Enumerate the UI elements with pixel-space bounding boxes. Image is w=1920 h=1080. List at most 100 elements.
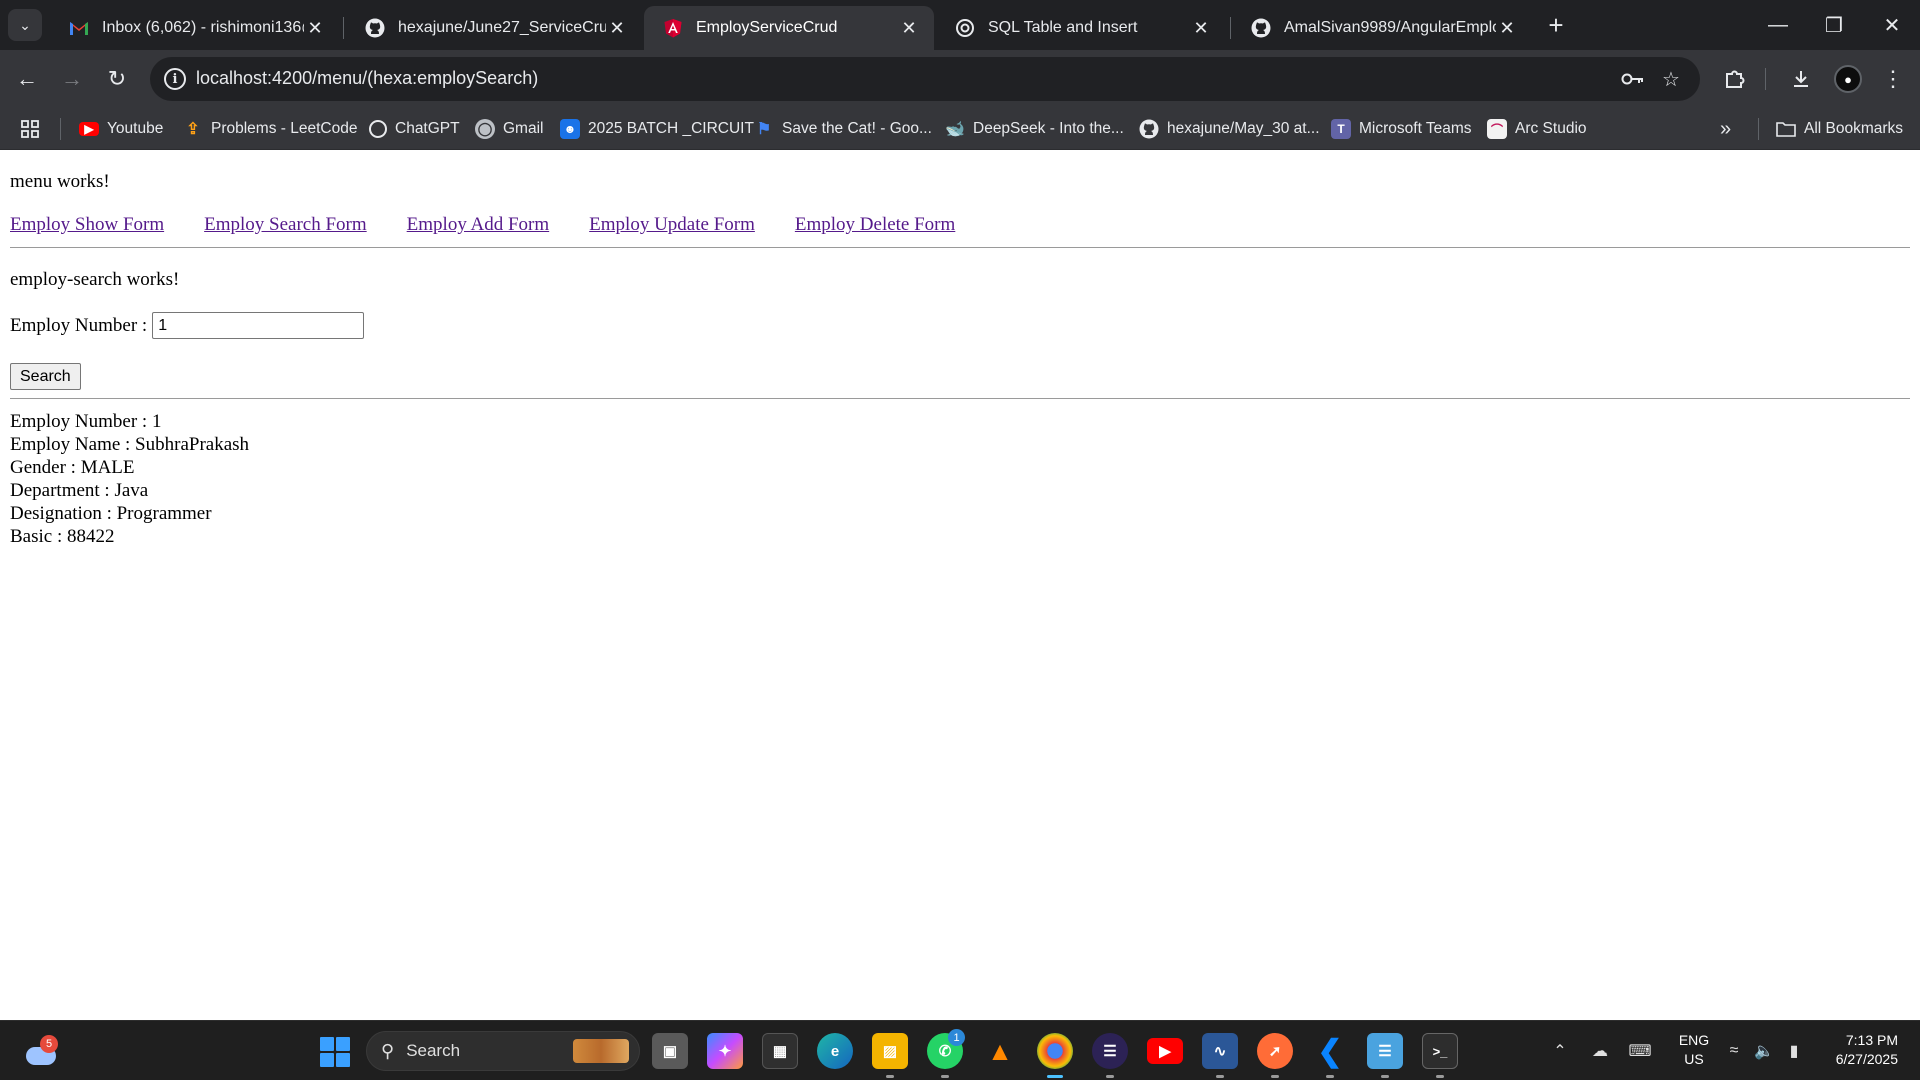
bookmark-divider	[60, 118, 61, 140]
tab-github-amalsivan[interactable]: AmalSivan9989/AngularEmploy ✕	[1232, 6, 1532, 50]
tab-sql-table[interactable]: SQL Table and Insert ✕	[936, 6, 1226, 50]
profile-avatar[interactable]: ●	[1834, 65, 1862, 93]
angular-icon	[662, 17, 684, 39]
task-view-icon[interactable]: ▣	[652, 1033, 688, 1069]
search-highlight-image	[573, 1039, 629, 1063]
chatgpt-icon	[369, 120, 387, 138]
system-clock[interactable]: 7:13 PM 6/27/2025	[1808, 1031, 1898, 1069]
close-icon[interactable]: ✕	[898, 17, 920, 39]
weather-widget[interactable]: 5	[22, 1035, 60, 1069]
employ-result: Employ Number : 1 Employ Name : SubhraPr…	[10, 410, 249, 548]
teams-icon: T	[1331, 119, 1351, 139]
copilot-icon[interactable]: ✦	[707, 1033, 743, 1069]
tab-employservicecrud[interactable]: EmployServiceCrud ✕	[644, 6, 934, 50]
wifi-icon[interactable]: ≈	[1722, 1039, 1746, 1063]
employ-number-input[interactable]	[152, 312, 365, 339]
extensions-puzzle-icon[interactable]	[1718, 62, 1752, 96]
windows-start-icon[interactable]	[320, 1037, 350, 1067]
github-icon	[364, 17, 386, 39]
page-content: menu works! Employ Show Form Employ Sear…	[0, 151, 1920, 1020]
tab-title: EmployServiceCrud	[696, 19, 838, 36]
back-arrow-icon[interactable]: ←	[10, 62, 44, 96]
whatsapp-badge: 1	[948, 1029, 965, 1046]
tray-chevron-up-icon[interactable]: ⌃	[1548, 1039, 1572, 1063]
windows-taskbar: 5 ⚲ Search ▣ ✦ ▦ e ▨ ✆ 1 ▲ ☰ ▶ ∿ ➚ ❮ ☰ >…	[0, 1020, 1920, 1080]
volume-icon[interactable]: 🔈	[1752, 1039, 1776, 1063]
tab-title: Inbox (6,062) - rishimoni136@g	[102, 19, 304, 36]
menu-kebab-icon[interactable]: ⋮	[1876, 62, 1910, 96]
bookmark-youtube[interactable]: ▶ Youtube	[79, 108, 163, 150]
divider	[10, 398, 1910, 399]
bookmark-leetcode[interactable]: ⇪ Problems - LeetCode	[183, 108, 357, 150]
terminal-icon[interactable]: >_	[1422, 1033, 1458, 1069]
tab-title: hexajune/June27_ServiceCrud_\	[398, 19, 606, 36]
bookmark-chatgpt[interactable]: ChatGPT	[369, 108, 460, 150]
link-employ-update-form[interactable]: Employ Update Form	[589, 214, 755, 236]
edge-icon[interactable]: e	[817, 1033, 853, 1069]
close-icon[interactable]: ✕	[1496, 17, 1518, 39]
close-icon[interactable]: ✕	[304, 17, 326, 39]
restore-icon[interactable]: ❐	[1806, 0, 1862, 50]
running-indicator	[1436, 1075, 1444, 1078]
close-icon[interactable]: ✕	[1190, 17, 1212, 39]
onedrive-cloud-icon[interactable]: ☁	[1588, 1039, 1612, 1063]
forward-arrow-icon[interactable]: →	[55, 62, 89, 96]
reload-icon[interactable]: ↻	[100, 62, 134, 96]
new-tab-plus-icon[interactable]: +	[1541, 10, 1571, 40]
all-bookmarks[interactable]: All Bookmarks	[1776, 108, 1903, 150]
bookmark-label: hexajune/May_30 at...	[1167, 120, 1320, 137]
eclipse-icon[interactable]: ☰	[1092, 1033, 1128, 1069]
mysql-workbench-icon[interactable]: ∿	[1202, 1033, 1238, 1069]
running-indicator	[941, 1075, 949, 1078]
url-text[interactable]: localhost:4200/menu/(hexa:employSearch)	[196, 68, 538, 89]
bookmark-label: Microsoft Teams	[1359, 120, 1472, 137]
youtube-app-icon[interactable]: ▶	[1147, 1038, 1183, 1064]
password-key-icon[interactable]	[1620, 66, 1646, 92]
search-button[interactable]: Search	[10, 363, 81, 390]
close-icon[interactable]: ✕	[606, 17, 628, 39]
region-code: US	[1684, 1051, 1704, 1067]
postman-icon[interactable]: ➚	[1257, 1033, 1293, 1069]
bookmark-gmail[interactable]: ◯ Gmail	[475, 108, 543, 150]
notepad-icon[interactable]: ☰	[1367, 1033, 1403, 1069]
link-employ-show-form[interactable]: Employ Show Form	[10, 214, 164, 236]
bookmark-2025-batch-circuit[interactable]: ☻ 2025 BATCH _CIRCUIT	[560, 108, 754, 150]
battery-icon[interactable]: ▮	[1782, 1039, 1806, 1063]
window-close-icon[interactable]: ✕	[1864, 0, 1920, 50]
tab-gmail[interactable]: Inbox (6,062) - rishimoni136@g ✕	[50, 6, 340, 50]
clock-date: 6/27/2025	[1835, 1051, 1898, 1067]
link-employ-search-form[interactable]: Employ Search Form	[204, 214, 367, 236]
bookmark-label: Youtube	[107, 120, 164, 137]
tab-github-june27[interactable]: hexajune/June27_ServiceCrud_\ ✕	[346, 6, 642, 50]
bookmark-microsoft-teams[interactable]: T Microsoft Teams	[1331, 108, 1472, 150]
address-bar[interactable]: i localhost:4200/menu/(hexa:employSearch…	[150, 57, 1700, 101]
bookmark-deepseek[interactable]: 🐋 DeepSeek - Into the...	[945, 108, 1124, 150]
bookmark-hexajune-may30[interactable]: hexajune/May_30 at...	[1139, 108, 1320, 150]
running-indicator	[1381, 1075, 1389, 1078]
chrome-icon[interactable]	[1037, 1033, 1073, 1069]
vlc-icon[interactable]: ▲	[982, 1033, 1018, 1069]
keyboard-icon[interactable]: ⌨	[1628, 1039, 1652, 1063]
vscode-icon[interactable]: ❮	[1312, 1033, 1348, 1069]
tab-search-chevron-icon[interactable]: ⌄	[8, 9, 42, 41]
site-info-icon[interactable]: i	[164, 68, 186, 90]
bookmark-arc-studio[interactable]: ⌒ Arc Studio	[1487, 108, 1587, 150]
result-designation: Designation : Programmer	[10, 503, 212, 524]
bookmarks-overflow-chevron-icon[interactable]: »	[1720, 108, 1731, 150]
link-employ-add-form[interactable]: Employ Add Form	[407, 214, 550, 236]
taskbar-search-box[interactable]: ⚲ Search	[366, 1031, 640, 1071]
employ-search-works-text: employ-search works!	[10, 269, 180, 290]
youtube-icon: ▶	[79, 122, 99, 136]
language-indicator[interactable]: ENG US	[1674, 1031, 1714, 1069]
download-icon[interactable]	[1784, 62, 1818, 96]
file-explorer-icon[interactable]: ▨	[872, 1033, 908, 1069]
running-indicator	[1216, 1075, 1224, 1078]
star-bookmark-icon[interactable]: ☆	[1658, 66, 1684, 92]
bookmark-save-the-cat[interactable]: ⚑ Save the Cat! - Goo...	[754, 108, 932, 150]
link-employ-delete-form[interactable]: Employ Delete Form	[795, 214, 955, 236]
minimize-icon[interactable]: —	[1750, 0, 1806, 50]
apps-grid-icon[interactable]	[20, 108, 40, 150]
language-code: ENG	[1678, 1032, 1710, 1048]
folder-icon	[1776, 119, 1796, 139]
microsoft-store-icon[interactable]: ▦	[762, 1033, 798, 1069]
